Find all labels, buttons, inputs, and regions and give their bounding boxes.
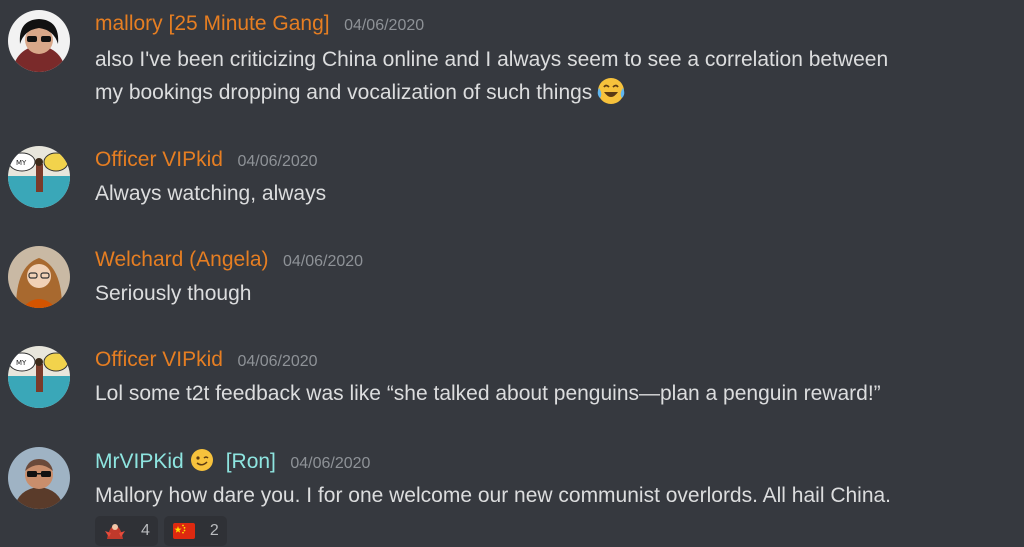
timestamp: 04/06/2020 [237, 153, 318, 170]
timestamp: 04/06/2020 [344, 17, 425, 34]
custom-figure-emoji-icon [103, 521, 127, 541]
message-text: Always watching, always [95, 182, 327, 205]
timestamp: 04/06/2020 [237, 353, 318, 370]
message-text-line: my bookings dropping and vocalization of… [95, 81, 593, 104]
message-text: Mallory how dare you. I for one welcome … [95, 484, 892, 507]
role-tag[interactable]: [Ron] [226, 450, 276, 473]
username[interactable]: Officer VIPkid [95, 148, 223, 171]
svg-text:MY: MY [16, 359, 27, 367]
username[interactable]: Officer VIPkid [95, 348, 223, 371]
chat-log: mallory [25 Minute Gang] 04/06/2020 also… [0, 0, 1024, 547]
avatar[interactable] [8, 246, 70, 308]
username[interactable]: MrVIPKid [95, 450, 184, 473]
message-text: Lol some t2t feedback was like “she talk… [95, 382, 881, 405]
china-flag-emoji-icon [172, 521, 196, 541]
reaction-button[interactable]: 2 [163, 516, 227, 546]
avatar[interactable]: MY [8, 346, 70, 408]
username[interactable]: mallory [25 Minute Gang] [95, 12, 330, 35]
username[interactable]: Welchard (Angela) [95, 248, 269, 271]
joy-emoji-icon [596, 76, 626, 106]
message-text-line: also I've been criticizing China online … [95, 48, 889, 71]
reaction-button[interactable]: 4 [95, 516, 158, 546]
avatar[interactable]: MY [8, 146, 70, 208]
message-text: also I've been criticizing China online … [95, 44, 1015, 109]
reaction-count: 2 [209, 522, 219, 539]
avatar[interactable] [8, 447, 70, 509]
avatar[interactable] [8, 10, 70, 72]
reactions-bar: 4 2 [95, 516, 227, 546]
timestamp: 04/06/2020 [282, 253, 364, 270]
svg-text:MY: MY [16, 159, 27, 167]
message-text: Seriously though [95, 282, 252, 305]
wink-emoji-icon [190, 448, 214, 472]
reaction-count: 4 [141, 522, 150, 539]
timestamp: 04/06/2020 [290, 455, 371, 472]
